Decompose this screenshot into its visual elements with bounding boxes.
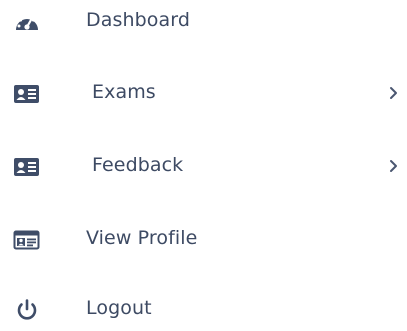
power-icon: [13, 298, 41, 322]
menu-item-label: Dashboard: [86, 9, 190, 31]
menu-item-label: Feedback: [92, 154, 184, 176]
dashboard-gauge-icon: [13, 10, 41, 34]
sidebar-menu: Dashboard Exams Feedback View Profile Lo…: [0, 0, 407, 331]
profile-card-icon: [13, 228, 41, 252]
menu-item-exams[interactable]: Exams: [0, 72, 407, 122]
menu-item-dashboard[interactable]: Dashboard: [0, 0, 407, 50]
chevron-right-icon[interactable]: [388, 157, 400, 175]
menu-item-feedback[interactable]: Feedback: [0, 145, 407, 195]
menu-item-label: Logout: [86, 297, 152, 319]
menu-item-view-profile[interactable]: View Profile: [0, 218, 407, 268]
chevron-right-icon[interactable]: [388, 84, 400, 102]
id-card-icon: [13, 155, 41, 179]
menu-item-logout[interactable]: Logout: [0, 288, 407, 331]
id-card-icon: [13, 82, 41, 106]
menu-item-label: View Profile: [86, 227, 198, 249]
menu-item-label: Exams: [92, 81, 156, 103]
